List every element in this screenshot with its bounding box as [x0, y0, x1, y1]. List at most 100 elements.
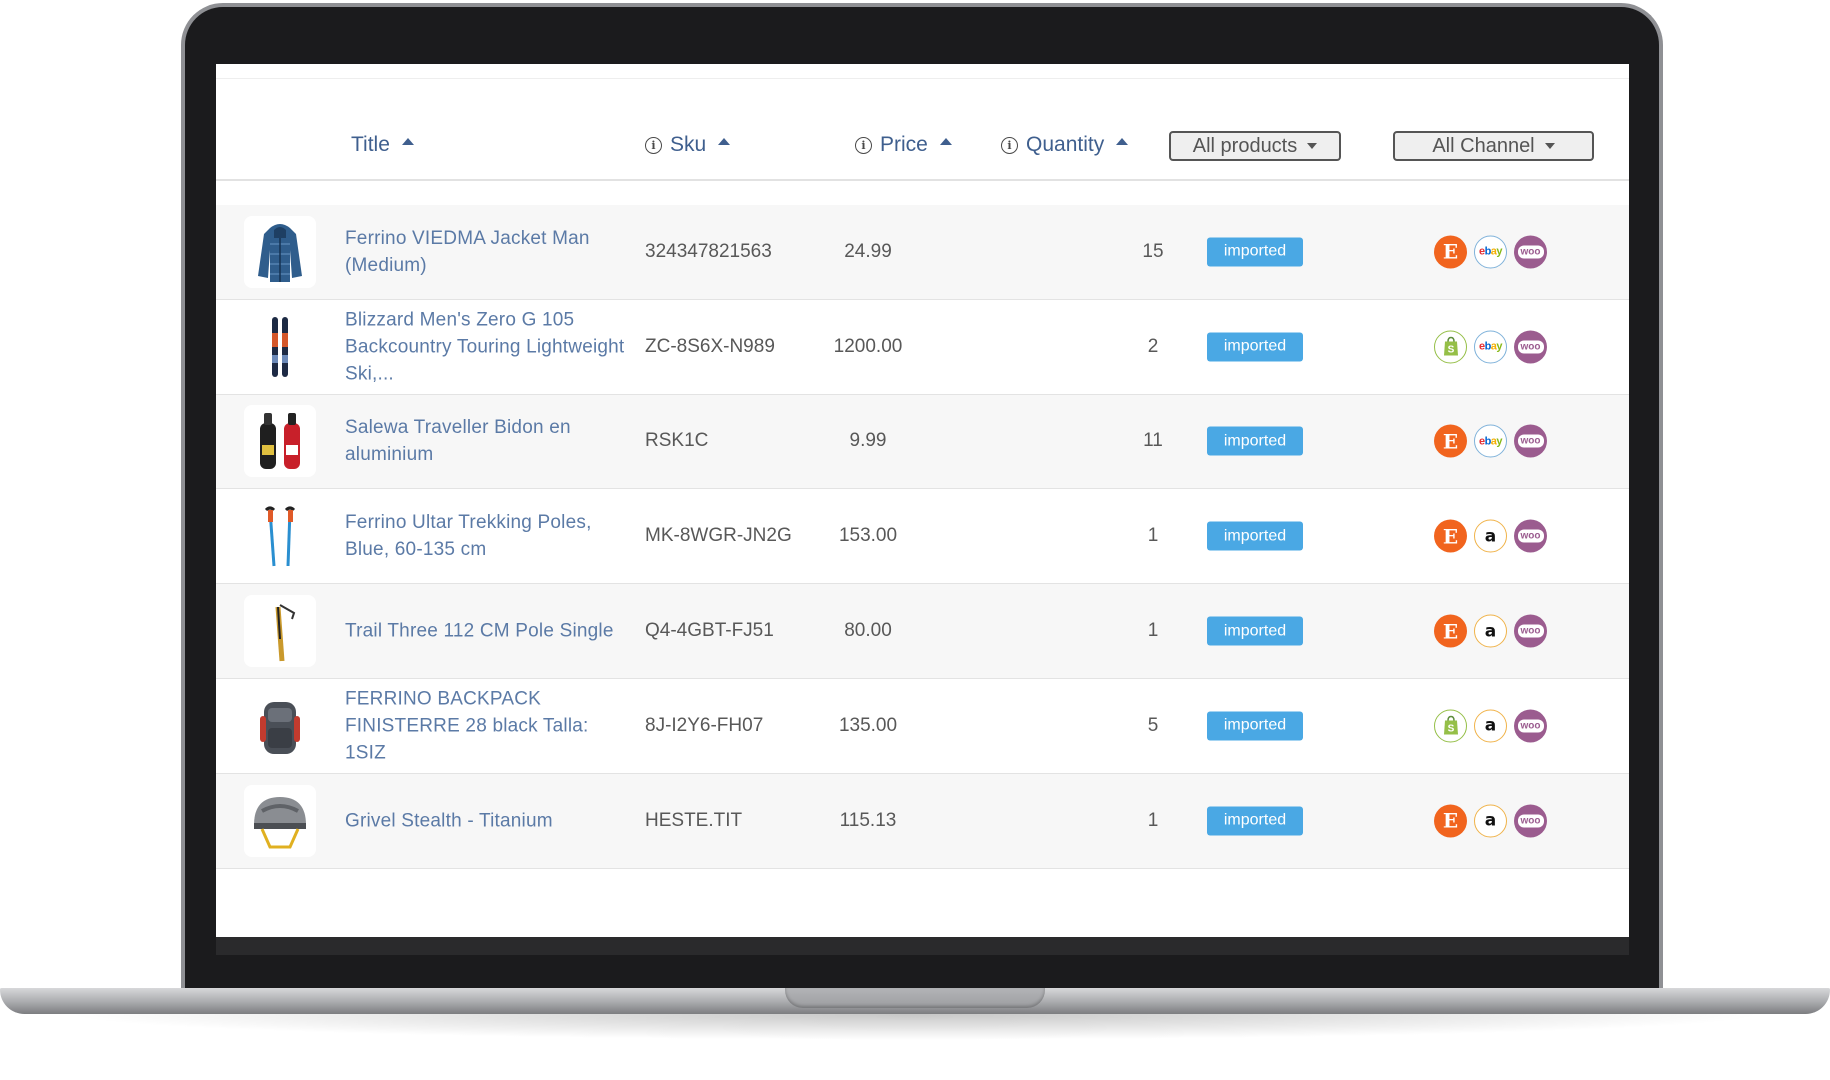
sort-asc-icon[interactable] — [401, 137, 414, 145]
sort-asc-icon[interactable] — [718, 137, 731, 145]
price-cell: 135.00 — [838, 714, 898, 736]
etsy-glyph: E — [1442, 619, 1459, 644]
quantity-cell: 5 — [1147, 714, 1159, 736]
product-title-link[interactable]: FERRINO BACKPACK FINISTERRE 28 black Tal… — [345, 685, 625, 766]
price-cell: 115.13 — [839, 809, 897, 831]
screen-bottom-bezel — [216, 937, 1629, 955]
table-row[interactable]: Grivel Stealth - Titanium HESTE.TIT 115.13… — [216, 773, 1629, 869]
woocommerce-icon[interactable]: woo — [1514, 614, 1547, 648]
product-title-link[interactable]: Blizzard Men's Zero G 105 Backcountry To… — [345, 306, 625, 387]
amazon-icon[interactable]: a — [1474, 709, 1507, 743]
woocommerce-icon[interactable]: woo — [1514, 330, 1547, 364]
shopify-icon[interactable]: S — [1434, 709, 1467, 743]
woo-glyph: woo — [1517, 340, 1544, 354]
table-row[interactable]: FERRINO BACKPACK FINISTERRE 28 black Tal… — [216, 679, 1629, 774]
ebay-glyph: ebay — [1478, 340, 1503, 353]
table-row[interactable]: Trail Three 112 CM Pole Single Q4-4GBT-FJ… — [216, 584, 1629, 679]
quantity-cell: 11 — [1143, 430, 1163, 452]
etsy-icon[interactable]: E — [1434, 519, 1467, 553]
amazon-icon[interactable]: a — [1474, 614, 1507, 648]
channel-filter-dropdown[interactable]: All Channel — [1393, 131, 1594, 161]
table-row[interactable]: Ferrino Ultar Trekking Poles, Blue, 60-1… — [216, 489, 1629, 585]
backpack-image[interactable] — [244, 689, 316, 762]
amazon-icon[interactable]: a — [1474, 804, 1507, 838]
channel-icons: Sa woo — [1434, 709, 1547, 743]
column-header-price[interactable]: i Price — [855, 133, 952, 157]
table-header: Title i Sku i Price i Quantity All produ… — [216, 78, 1629, 181]
helmet-image[interactable] — [244, 784, 316, 857]
products-filter-dropdown[interactable]: All products — [1169, 131, 1341, 161]
channel-icons: Eebay woo — [1434, 235, 1547, 269]
etsy-glyph: E — [1442, 239, 1459, 264]
poles-image[interactable] — [244, 500, 316, 573]
shopify-icon[interactable]: S — [1434, 330, 1467, 364]
app-screen: Title i Sku i Price i Quantity All produ… — [216, 64, 1629, 937]
woo-glyph: woo — [1517, 814, 1544, 828]
table-row[interactable]: Blizzard Men's Zero G 105 Backcountry To… — [216, 299, 1629, 395]
amazon-glyph: a — [1484, 715, 1497, 736]
woocommerce-icon[interactable]: woo — [1514, 709, 1547, 743]
etsy-icon[interactable]: E — [1434, 614, 1467, 648]
info-icon[interactable]: i — [1001, 136, 1018, 154]
price-header-label: Price — [880, 133, 928, 156]
status-badge: imported — [1207, 237, 1303, 267]
ebay-icon[interactable]: ebay — [1474, 235, 1507, 269]
price-cell: 153.00 — [838, 525, 898, 547]
amazon-icon[interactable]: a — [1474, 519, 1507, 553]
channel-icons: Sebay woo — [1434, 330, 1547, 364]
sku-cell: RSK1C — [645, 430, 709, 452]
etsy-icon[interactable]: E — [1434, 424, 1467, 458]
sku-cell: 8J-I2Y6-FH07 — [645, 714, 764, 736]
ebay-icon[interactable]: ebay — [1474, 330, 1507, 364]
quantity-cell: 1 — [1147, 525, 1159, 547]
channel-filter-label: All Channel — [1432, 134, 1535, 157]
woo-glyph: woo — [1517, 434, 1544, 448]
price-cell: 80.00 — [844, 620, 892, 642]
table-row[interactable]: Ferrino VIEDMA Jacket Man (Medium) 324347… — [216, 205, 1629, 300]
channel-icons: Ea woo — [1434, 519, 1547, 553]
etsy-icon[interactable]: E — [1434, 804, 1467, 838]
woocommerce-icon[interactable]: woo — [1514, 235, 1547, 269]
quantity-cell: 15 — [1142, 240, 1164, 262]
column-header-sku[interactable]: i Sku — [645, 133, 731, 157]
ebay-icon[interactable]: ebay — [1474, 424, 1507, 458]
amazon-glyph: a — [1484, 526, 1497, 547]
product-title-link[interactable]: Salewa Traveller Bidon en aluminium — [345, 414, 625, 468]
skis-image[interactable] — [244, 310, 316, 383]
bottles-image[interactable] — [244, 405, 316, 478]
etsy-glyph: E — [1442, 524, 1459, 549]
channel-icons: Ea woo — [1434, 804, 1547, 838]
info-icon[interactable]: i — [645, 136, 662, 154]
product-title-link[interactable]: Ferrino VIEDMA Jacket Man (Medium) — [345, 225, 625, 279]
product-title-link[interactable]: Grivel Stealth - Titanium — [345, 807, 625, 834]
products-filter-label: All products — [1192, 134, 1298, 157]
product-title-link[interactable]: Ferrino Ultar Trekking Poles, Blue, 60-1… — [345, 509, 625, 563]
product-title-link[interactable]: Trail Three 112 CM Pole Single — [345, 618, 625, 645]
status-badge: imported — [1207, 426, 1303, 456]
pole-image[interactable] — [244, 595, 316, 668]
jacket-image[interactable] — [244, 215, 316, 288]
status-badge: imported — [1207, 521, 1303, 551]
etsy-glyph: E — [1442, 808, 1459, 833]
etsy-glyph: E — [1442, 429, 1459, 454]
sort-asc-icon[interactable] — [939, 137, 952, 145]
ebay-glyph: ebay — [1478, 435, 1503, 448]
svg-text:S: S — [1447, 345, 1454, 356]
woo-glyph: woo — [1517, 624, 1544, 638]
woocommerce-icon[interactable]: woo — [1514, 519, 1547, 553]
title-header-label: Title — [351, 133, 390, 156]
price-cell: 24.99 — [844, 240, 892, 262]
price-cell: 9.99 — [849, 430, 887, 452]
column-header-title[interactable]: Title — [351, 133, 414, 157]
status-badge: imported — [1207, 806, 1303, 836]
etsy-icon[interactable]: E — [1434, 235, 1467, 269]
woocommerce-icon[interactable]: woo — [1514, 804, 1547, 838]
info-icon[interactable]: i — [855, 136, 872, 154]
woocommerce-icon[interactable]: woo — [1514, 424, 1547, 458]
column-header-quantity[interactable]: i Quantity — [1001, 133, 1129, 157]
price-cell: 1200.00 — [833, 335, 903, 357]
status-badge: imported — [1207, 616, 1303, 646]
table-row[interactable]: Salewa Traveller Bidon en aluminium RSK1C… — [216, 394, 1629, 490]
laptop-notch — [785, 988, 1045, 1008]
sort-asc-icon[interactable] — [1116, 137, 1129, 145]
